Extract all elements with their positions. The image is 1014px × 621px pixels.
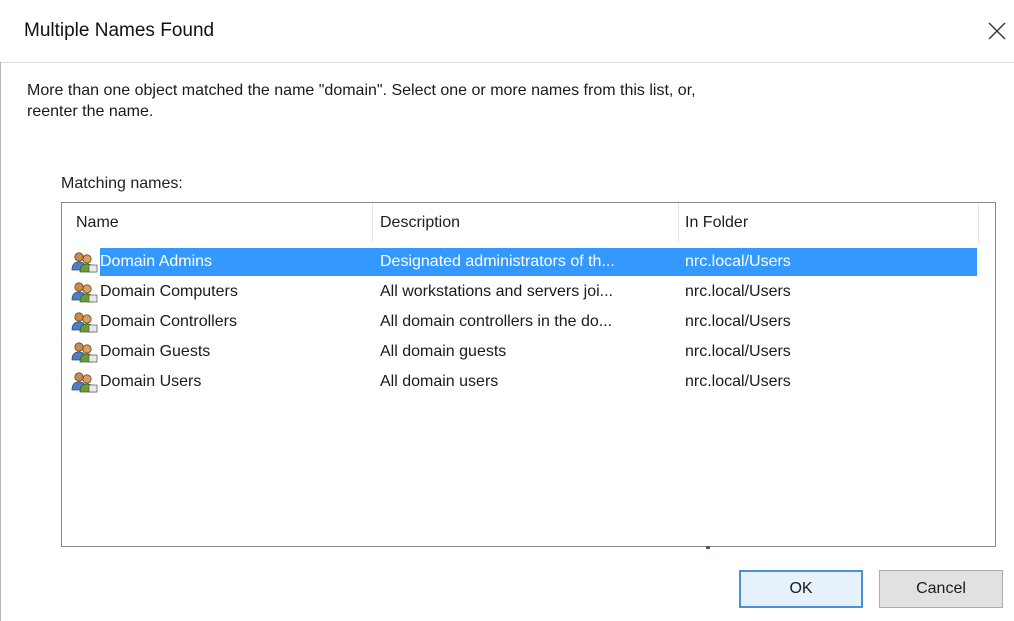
row-description: All workstations and servers joi...: [380, 283, 613, 300]
row-folder: nrc.local/Users: [685, 283, 791, 300]
list-item[interactable]: Domain Computers All workstations and ser…: [62, 277, 995, 307]
column-header-description[interactable]: Description: [373, 203, 679, 243]
row-folder: nrc.local/Users: [685, 313, 791, 330]
cancel-button[interactable]: Cancel: [879, 570, 1003, 608]
row-name: Domain Users: [100, 373, 202, 390]
row-name: Domain Computers: [100, 283, 238, 300]
ok-button[interactable]: OK: [739, 570, 863, 608]
row-folder: nrc.local/Users: [685, 373, 791, 390]
list-item[interactable]: Domain Guests All domain guests nrc.local/…: [62, 337, 995, 367]
column-header-name[interactable]: Name: [62, 203, 373, 243]
dialog-title: Multiple Names Found: [24, 20, 215, 41]
matching-names-list[interactable]: Name Description In Folder Domain Admins…: [61, 202, 996, 547]
list-rows: Domain Admins Designated administrators o…: [62, 247, 995, 397]
row-name: Domain Admins: [100, 253, 213, 270]
window-left-border: [0, 62, 1, 621]
title-bar: Multiple Names Found: [0, 0, 1014, 62]
close-icon: [988, 22, 1006, 40]
group-icon: [70, 311, 98, 333]
multiple-names-dialog: Multiple Names Found More than one objec…: [0, 0, 1014, 621]
group-icon: [70, 251, 98, 273]
row-name: Domain Controllers: [100, 313, 237, 330]
close-button[interactable]: [980, 12, 1014, 50]
list-item[interactable]: Domain Admins Designated administrators o…: [62, 247, 995, 277]
matching-names-label: Matching names:: [61, 175, 183, 192]
row-folder: nrc.local/Users: [685, 253, 791, 270]
row-description: All domain users: [380, 373, 499, 390]
row-description: Designated administrators of th...: [380, 253, 615, 270]
row-folder: nrc.local/Users: [685, 343, 791, 360]
column-header-in-folder[interactable]: In Folder: [679, 203, 979, 243]
group-icon: [70, 341, 98, 363]
row-description: All domain controllers in the do...: [380, 313, 613, 330]
row-name: Domain Guests: [100, 343, 211, 360]
instructions-text: More than one object matched the name "d…: [27, 82, 696, 120]
group-icon: [70, 281, 98, 303]
list-header: Name Description In Folder: [62, 203, 995, 243]
resize-grip: [706, 546, 710, 549]
list-item[interactable]: Domain Controllers All domain controllers…: [62, 307, 995, 337]
title-divider: [0, 62, 1014, 63]
list-item[interactable]: Domain Users All domain users nrc.local/Us…: [62, 367, 995, 397]
row-description: All domain guests: [380, 343, 507, 360]
group-icon: [70, 371, 98, 393]
